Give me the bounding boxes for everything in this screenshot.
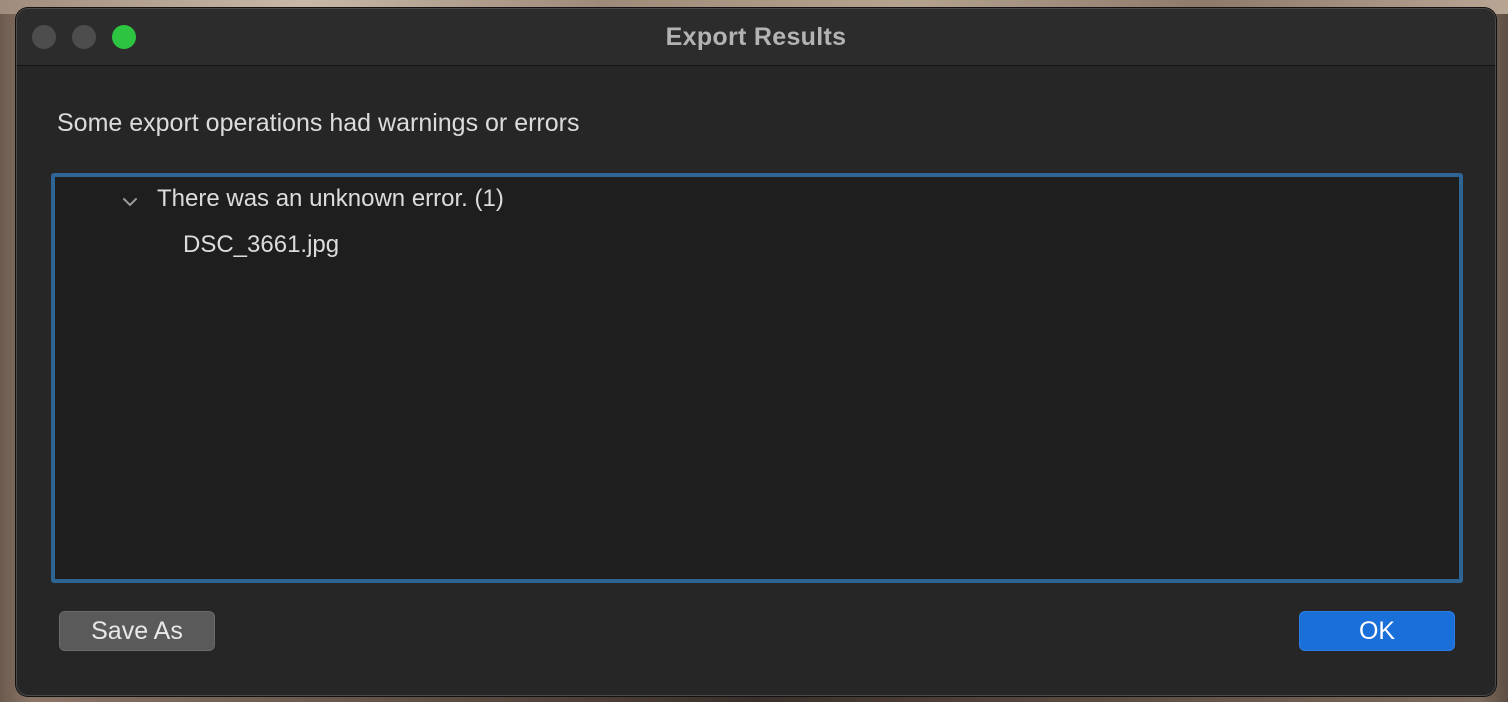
ok-button[interactable]: OK <box>1299 611 1455 651</box>
status-message: Some export operations had warnings or e… <box>57 109 580 137</box>
chevron-down-icon[interactable] <box>121 193 139 211</box>
export-results-dialog: Export Results Some export operations ha… <box>16 8 1496 696</box>
window-title: Export Results <box>665 23 847 51</box>
file-name: DSC_3661.jpg <box>183 231 340 258</box>
list-item[interactable]: DSC_3661.jpg <box>55 229 1459 265</box>
title-bar: Export Results <box>17 9 1495 66</box>
save-as-button[interactable]: Save As <box>59 611 215 651</box>
results-list[interactable]: There was an unknown error. (1) DSC_3661… <box>51 173 1463 583</box>
error-group-row[interactable]: There was an unknown error. (1) <box>55 183 1459 219</box>
error-group-label: There was an unknown error. (1) <box>157 185 504 212</box>
